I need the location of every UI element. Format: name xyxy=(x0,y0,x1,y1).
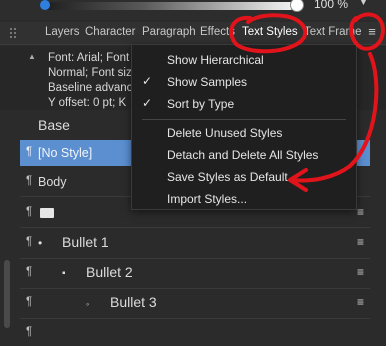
menu-item-label: Detach and Delete All Styles xyxy=(167,148,319,162)
menu-item-label: Show Hierarchical xyxy=(167,53,264,67)
info-line: Normal; Font siz xyxy=(48,67,132,79)
tab-character[interactable]: Character xyxy=(85,26,136,38)
tab-effects[interactable]: Effects xyxy=(200,26,235,38)
row-menu-icon[interactable]: ≡ xyxy=(357,265,364,279)
style-label: Bullet 1 xyxy=(62,234,109,250)
style-row-bullet-2[interactable]: ¶ ▪ Bullet 2 ≡ xyxy=(20,260,370,286)
info-line: Font: Arial; Font xyxy=(48,52,130,64)
style-row-bullet-3[interactable]: ¶ ◦ Bullet 3 ≡ xyxy=(20,290,370,316)
list-scrollbar[interactable] xyxy=(4,260,10,328)
divider xyxy=(20,318,370,319)
menu-item-label: Sort by Type xyxy=(167,97,235,111)
paragraph-icon: ¶ xyxy=(26,175,33,187)
text-styles-panel-menu: Show Hierarchical ✓ Show Samples ✓ Sort … xyxy=(131,44,357,210)
opacity-value[interactable]: 100 % xyxy=(314,0,348,11)
row-menu-icon[interactable]: ≡ xyxy=(357,295,364,309)
tab-text-frame[interactable]: Text Frame xyxy=(304,26,362,38)
menu-item-label: Save Styles as Default xyxy=(167,170,288,184)
menu-item-label: Import Styles... xyxy=(167,192,248,206)
divider xyxy=(20,258,370,259)
style-label: Body xyxy=(38,175,67,189)
menu-item-detach-delete-all[interactable]: Detach and Delete All Styles xyxy=(132,144,356,166)
style-row[interactable]: ¶ xyxy=(20,320,370,346)
menu-item-import-styles[interactable]: Import Styles... xyxy=(132,188,356,210)
divider xyxy=(20,227,370,228)
menu-item-delete-unused-styles[interactable]: Delete Unused Styles xyxy=(132,122,356,144)
bullet-icon: ◦ xyxy=(86,299,90,309)
style-label: Bullet 2 xyxy=(86,264,133,280)
opacity-dropdown-icon[interactable]: ▼ xyxy=(358,0,369,8)
info-line: Y offset: 0 pt; K xyxy=(48,97,127,109)
panel-tab-bar: Layers Character Paragraph Effects Text … xyxy=(0,22,386,45)
row-menu-icon[interactable]: ≡ xyxy=(357,235,364,249)
paragraph-icon: ¶ xyxy=(26,146,33,158)
style-row-bullet-1[interactable]: ¶ • Bullet 1 ≡ xyxy=(20,230,370,256)
paragraph-icon: ¶ xyxy=(26,206,33,218)
menu-item-show-samples[interactable]: ✓ Show Samples xyxy=(132,71,356,93)
style-label: Bullet 3 xyxy=(110,294,157,310)
bullet-icon: • xyxy=(38,236,43,250)
panel-menu-icon[interactable]: ≡ xyxy=(364,24,380,42)
bullet-icon: ▪ xyxy=(62,268,66,279)
menu-item-sort-by-type[interactable]: ✓ Sort by Type xyxy=(132,93,356,115)
menu-item-label: Delete Unused Styles xyxy=(167,126,283,140)
tab-text-styles[interactable]: Text Styles xyxy=(242,26,298,38)
style-sample-swatch xyxy=(40,208,54,218)
tab-layers[interactable]: Layers xyxy=(45,26,80,38)
checkmark-icon: ✓ xyxy=(142,74,153,88)
checkmark-icon: ✓ xyxy=(142,96,153,110)
menu-item-label: Show Samples xyxy=(167,75,248,89)
info-line: Baseline advanc xyxy=(48,82,133,94)
row-menu-icon[interactable]: ≡ xyxy=(357,205,364,219)
menu-divider xyxy=(142,119,346,120)
panel-grip-icon[interactable] xyxy=(10,28,22,39)
menu-item-show-hierarchical[interactable]: Show Hierarchical xyxy=(132,49,356,71)
divider xyxy=(20,288,370,289)
color-swatch-dot[interactable] xyxy=(40,0,50,10)
paragraph-icon: ¶ xyxy=(26,266,33,278)
tab-paragraph[interactable]: Paragraph xyxy=(142,26,196,38)
style-label: [No Style] xyxy=(38,146,93,160)
paragraph-icon: ¶ xyxy=(26,236,33,248)
group-label: Base xyxy=(38,117,70,133)
collapse-icon[interactable]: ▲ xyxy=(28,52,36,61)
menu-item-save-styles-default[interactable]: Save Styles as Default xyxy=(132,166,356,188)
paragraph-icon: ¶ xyxy=(26,296,33,308)
opacity-slider[interactable] xyxy=(44,2,294,10)
